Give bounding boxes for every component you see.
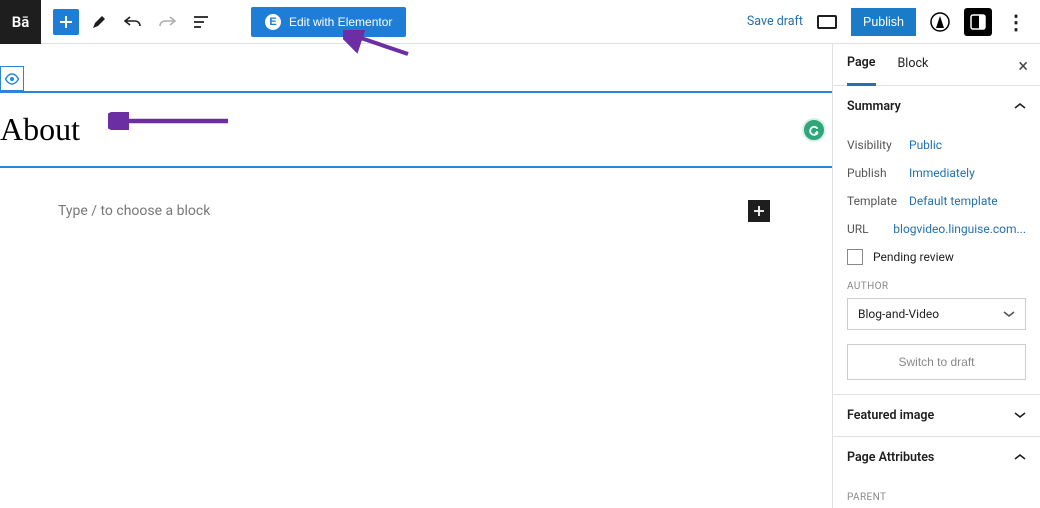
add-block-inline-button[interactable] <box>748 200 770 222</box>
publish-button[interactable]: Publish <box>851 8 916 36</box>
visibility-marker[interactable] <box>0 66 24 91</box>
desktop-icon <box>817 15 837 29</box>
wordpress-logo[interactable]: Bā <box>0 0 41 44</box>
visibility-label: Visibility <box>847 138 909 152</box>
preview-button[interactable] <box>813 8 841 36</box>
elementor-label: Edit with Elementor <box>289 15 392 29</box>
summary-panel-body: Visibility Public Publish Immediately Te… <box>833 127 1040 394</box>
tab-block[interactable]: Block <box>898 56 929 73</box>
tab-page[interactable]: Page <box>847 44 876 86</box>
sidebar-tabs: Page Block × <box>833 44 1040 86</box>
grammarly-icon[interactable] <box>802 118 826 142</box>
page-attributes-title: Page Attributes <box>847 450 934 465</box>
editor-canvas: Type / to choose a block <box>0 44 832 508</box>
summary-panel: Summary Visibility Public Publish Immedi… <box>833 86 1040 395</box>
settings-panel-toggle[interactable] <box>964 8 992 36</box>
summary-title: Summary <box>847 99 901 114</box>
author-section-label: AUTHOR <box>847 281 1026 292</box>
close-sidebar-button[interactable]: × <box>1018 56 1028 77</box>
dots-icon: ⋮ <box>1006 10 1026 34</box>
pending-review-row: Pending review <box>847 243 1026 271</box>
parent-label: PARENT <box>847 492 1026 503</box>
publish-value[interactable]: Immediately <box>909 166 975 180</box>
redo-icon[interactable] <box>153 8 181 36</box>
template-value[interactable]: Default template <box>909 194 998 208</box>
chevron-down-icon <box>1014 408 1026 423</box>
chevron-up-icon <box>1014 99 1026 114</box>
pending-review-checkbox[interactable] <box>847 249 863 265</box>
page-title-input[interactable] <box>0 111 802 148</box>
publish-row: Publish Immediately <box>847 159 1026 187</box>
visibility-value[interactable]: Public <box>909 138 942 152</box>
page-attributes-toggle[interactable]: Page Attributes <box>833 437 1040 478</box>
publish-label: Publish <box>847 166 909 180</box>
featured-image-panel: Featured image <box>833 395 1040 437</box>
save-draft-link[interactable]: Save draft <box>747 14 803 29</box>
switch-to-draft-button[interactable]: Switch to draft <box>847 344 1026 380</box>
chevron-up-icon <box>1014 450 1026 465</box>
undo-icon[interactable] <box>119 8 147 36</box>
visibility-row: Visibility Public <box>847 131 1026 159</box>
pending-review-label: Pending review <box>873 250 954 264</box>
top-toolbar: Bā E Edit with Elementor Save draft Publ… <box>0 0 1040 44</box>
toolbar-left: E Edit with Elementor <box>53 7 406 37</box>
url-row: URL blogvideo.linguise.com... <box>847 215 1026 243</box>
edit-with-elementor-button[interactable]: E Edit with Elementor <box>251 7 406 37</box>
page-attributes-body: PARENT × <box>833 478 1040 508</box>
astra-icon[interactable] <box>926 8 954 36</box>
outline-icon[interactable] <box>187 8 215 36</box>
chevron-down-icon <box>1003 307 1015 321</box>
featured-image-toggle[interactable]: Featured image <box>833 395 1040 436</box>
main-area: Type / to choose a block Page Block × Su… <box>0 44 1040 508</box>
block-placeholder[interactable]: Type / to choose a block <box>58 203 774 219</box>
more-menu-button[interactable]: ⋮ <box>1002 8 1030 36</box>
content-area: Type / to choose a block <box>0 168 832 254</box>
elementor-icon: E <box>265 14 281 30</box>
title-block <box>0 91 832 168</box>
featured-image-title: Featured image <box>847 408 934 423</box>
author-value: Blog-and-Video <box>858 307 939 321</box>
settings-sidebar: Page Block × Summary Visibility Public P… <box>832 44 1040 508</box>
template-row: Template Default template <box>847 187 1026 215</box>
author-select[interactable]: Blog-and-Video <box>847 298 1026 330</box>
add-block-button[interactable] <box>53 9 79 35</box>
template-label: Template <box>847 194 909 208</box>
url-value[interactable]: blogvideo.linguise.com... <box>893 222 1026 236</box>
summary-panel-toggle[interactable]: Summary <box>833 86 1040 127</box>
page-attributes-panel: Page Attributes PARENT × <box>833 437 1040 508</box>
edit-icon[interactable] <box>85 8 113 36</box>
url-label: URL <box>847 222 893 236</box>
toolbar-right: Save draft Publish ⋮ <box>747 8 1030 36</box>
